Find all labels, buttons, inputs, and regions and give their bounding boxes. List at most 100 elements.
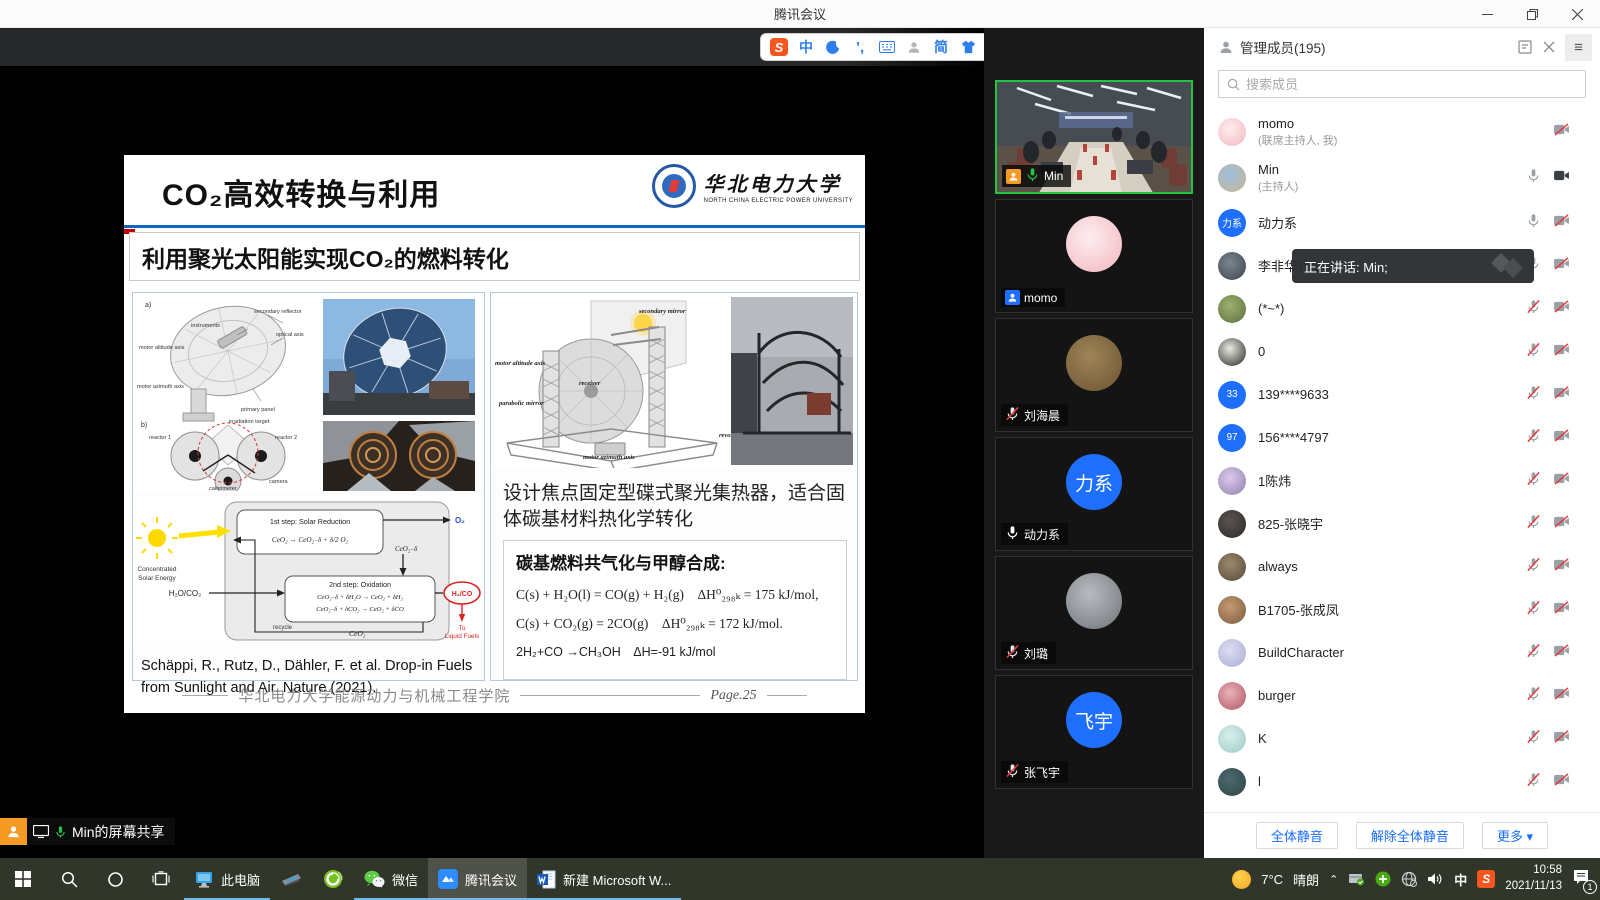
ime-toolbar[interactable]: S 中 ’, 简 xyxy=(760,33,984,61)
clock[interactable]: 10:58 2021/11/13 xyxy=(1505,863,1562,894)
sogou-logo-icon[interactable]: S xyxy=(770,38,788,56)
screen-share-indicator[interactable]: Min的屏幕共享 xyxy=(0,818,175,845)
member-avatar xyxy=(1218,725,1246,753)
mic-muted-icon[interactable] xyxy=(1526,643,1541,663)
taskbar-word[interactable]: 新建 Microsoft W... xyxy=(527,858,681,900)
camera-off-icon[interactable] xyxy=(1553,343,1570,361)
member-avatar xyxy=(1218,682,1246,710)
mic-muted-icon[interactable] xyxy=(1526,299,1541,319)
video-tile-张飞宇[interactable]: 飞宇张飞宇 xyxy=(995,675,1193,789)
prototype-photo xyxy=(731,297,853,465)
camera-off-icon[interactable] xyxy=(1553,257,1570,275)
member-row[interactable]: 97156****4797 xyxy=(1204,416,1600,459)
mic-on-icon[interactable] xyxy=(1526,168,1541,188)
network-tray-icon[interactable] xyxy=(1401,871,1417,887)
browser-360-icon[interactable] xyxy=(312,858,354,900)
mic-muted-icon[interactable] xyxy=(1526,428,1541,448)
punctuation-icon[interactable]: ’, xyxy=(851,38,869,56)
mic-muted-icon[interactable] xyxy=(1526,557,1541,577)
video-tile-momo[interactable]: momo xyxy=(995,199,1193,313)
camera-off-icon[interactable] xyxy=(1553,300,1570,318)
mic-muted-icon[interactable] xyxy=(1526,600,1541,620)
camera-on-icon[interactable] xyxy=(1553,169,1570,187)
cortana-icon[interactable] xyxy=(92,858,138,900)
security-tray-icon[interactable] xyxy=(1348,872,1365,886)
scanner-app-icon[interactable] xyxy=(270,858,312,900)
mic-on-icon[interactable] xyxy=(1526,213,1541,233)
member-search-box[interactable] xyxy=(1218,70,1586,98)
camera-off-icon[interactable] xyxy=(1553,730,1570,748)
mic-muted-icon[interactable] xyxy=(1526,471,1541,491)
mic-muted-icon[interactable] xyxy=(1526,772,1541,792)
member-avatar: 97 xyxy=(1218,424,1246,452)
mute-all-button[interactable]: 全体静音 xyxy=(1256,822,1338,849)
taskbar-search-icon[interactable] xyxy=(46,858,92,900)
skin-icon[interactable] xyxy=(959,38,977,56)
member-row[interactable]: Min(主持人) xyxy=(1204,155,1600,201)
member-row[interactable]: 33139****9633 xyxy=(1204,373,1600,416)
chinese-mode-icon[interactable]: 中 xyxy=(797,38,815,56)
member-row[interactable]: burger xyxy=(1204,674,1600,717)
update-tray-icon[interactable] xyxy=(1375,871,1391,887)
simplified-chinese-icon[interactable]: 简 xyxy=(932,38,950,56)
video-tile-Min[interactable]: Min xyxy=(995,80,1193,194)
member-row[interactable]: always xyxy=(1204,545,1600,588)
member-row[interactable]: l xyxy=(1204,760,1600,803)
camera-off-icon[interactable] xyxy=(1553,773,1570,791)
camera-off-icon[interactable] xyxy=(1553,386,1570,404)
camera-off-icon[interactable] xyxy=(1553,687,1570,705)
weather-temp[interactable]: 7°C xyxy=(1261,872,1283,887)
start-button[interactable] xyxy=(0,858,46,900)
sogou-tray-icon[interactable]: S xyxy=(1477,870,1495,888)
panel-menu-icon[interactable]: ≡ xyxy=(1565,34,1592,61)
member-row[interactable]: 力系动力系 xyxy=(1204,201,1600,244)
mic-muted-icon[interactable] xyxy=(1526,686,1541,706)
member-row[interactable]: 1陈炜 xyxy=(1204,459,1600,502)
camera-off-icon[interactable] xyxy=(1553,123,1570,141)
account-icon[interactable] xyxy=(905,38,923,56)
mic-muted-icon[interactable] xyxy=(1526,514,1541,534)
moon-icon[interactable] xyxy=(824,38,842,56)
member-row[interactable]: momo(联席主持人, 我) xyxy=(1204,109,1600,155)
taskbar-this-pc[interactable]: 此电脑 xyxy=(184,858,270,900)
camera-off-icon[interactable] xyxy=(1553,644,1570,662)
video-tile-刘海晨[interactable]: 刘海晨 xyxy=(995,318,1193,432)
taskbar-wechat[interactable]: 微信 xyxy=(354,858,428,900)
member-row[interactable]: B1705-张成凤 xyxy=(1204,588,1600,631)
camera-off-icon[interactable] xyxy=(1553,558,1570,576)
mic-muted-icon[interactable] xyxy=(1526,729,1541,749)
minimize-button[interactable] xyxy=(1465,0,1510,28)
camera-off-icon[interactable] xyxy=(1553,429,1570,447)
member-row[interactable]: K xyxy=(1204,717,1600,760)
more-button[interactable]: 更多 ▾ xyxy=(1482,822,1548,849)
svg-text:instruments: instruments xyxy=(191,323,220,329)
video-tile-动力系[interactable]: 力系动力系 xyxy=(995,437,1193,551)
mic-muted-icon[interactable] xyxy=(1526,385,1541,405)
video-tile-刘璐[interactable]: 刘璐 xyxy=(995,556,1193,670)
camera-off-icon[interactable] xyxy=(1553,214,1570,232)
svg-text:CeO₂₋δ + δH₂O → CeO₂ + δH₂: CeO₂₋δ + δH₂O → CeO₂ + δH₂ xyxy=(317,594,403,601)
member-row[interactable]: 825-张晓宇 xyxy=(1204,502,1600,545)
popout-panel-icon[interactable] xyxy=(1513,35,1537,59)
volume-icon[interactable] xyxy=(1427,872,1444,886)
weather-icon[interactable] xyxy=(1232,870,1251,889)
taskbar-tencent-meeting[interactable]: 腾讯会议 xyxy=(428,858,527,900)
member-row[interactable]: 0 xyxy=(1204,330,1600,373)
task-view-icon[interactable] xyxy=(138,858,184,900)
close-panel-icon[interactable] xyxy=(1537,35,1561,59)
ime-indicator[interactable]: 中 xyxy=(1454,870,1467,889)
camera-off-icon[interactable] xyxy=(1553,515,1570,533)
restore-button[interactable] xyxy=(1510,0,1555,28)
notification-center-icon[interactable]: 1 xyxy=(1572,869,1590,890)
close-button[interactable] xyxy=(1555,0,1600,28)
tray-expand-chevron[interactable]: ⌃ xyxy=(1329,873,1338,886)
weather-desc[interactable]: 晴朗 xyxy=(1293,870,1319,889)
member-row[interactable]: (*~*) xyxy=(1204,287,1600,330)
member-search-input[interactable] xyxy=(1246,77,1577,92)
camera-off-icon[interactable] xyxy=(1553,601,1570,619)
member-row[interactable]: BuildCharacter xyxy=(1204,631,1600,674)
unmute-all-button[interactable]: 解除全体静音 xyxy=(1356,822,1464,849)
camera-off-icon[interactable] xyxy=(1553,472,1570,490)
mic-muted-icon[interactable] xyxy=(1526,342,1541,362)
keyboard-icon[interactable] xyxy=(878,38,896,56)
